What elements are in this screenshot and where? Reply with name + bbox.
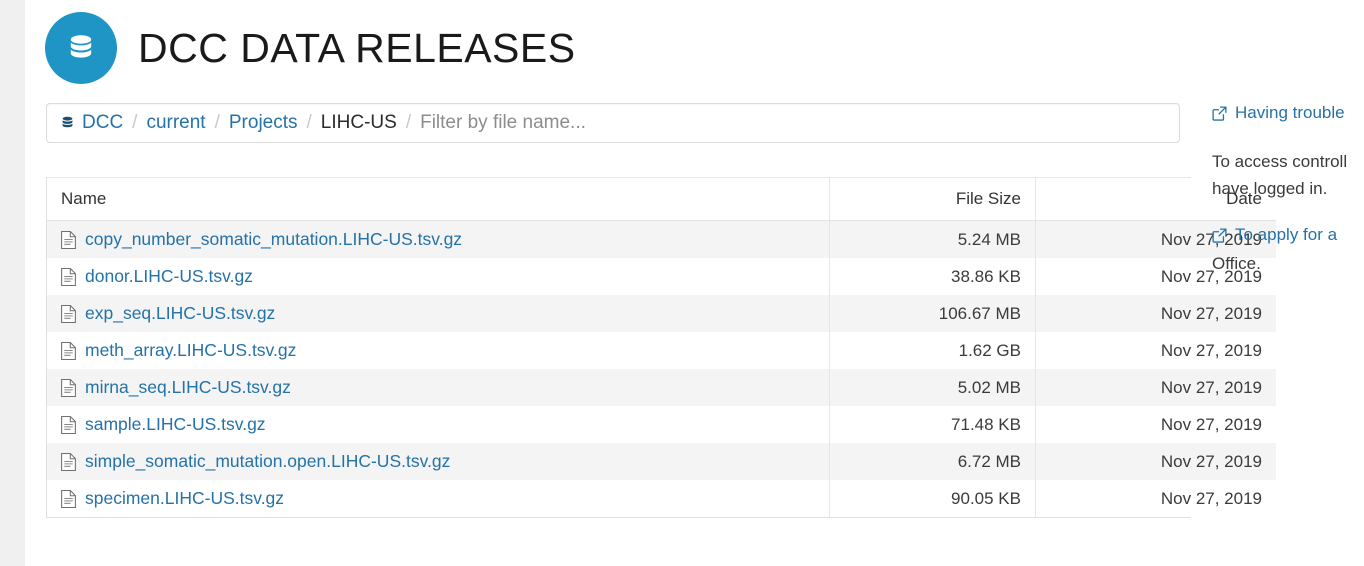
apply-access-line-2: Office. [1212,254,1261,274]
file-icon [61,378,76,397]
file-icon [61,230,76,249]
column-header-name[interactable]: Name [47,178,830,221]
external-link-icon [1212,103,1227,129]
file-link[interactable]: simple_somatic_mutation.open.LIHC-US.tsv… [85,451,450,472]
table-row[interactable]: specimen.LIHC-US.tsv.gz 90.05 KB Nov 27,… [47,480,1276,517]
breadcrumb-item-current[interactable]: current [146,112,205,134]
file-link[interactable]: specimen.LIHC-US.tsv.gz [85,488,284,509]
table-row[interactable]: donor.LIHC-US.tsv.gz 38.86 KB Nov 27, 20… [47,258,1276,295]
file-table: Name File Size Date copy_number_somatic_… [47,178,1276,517]
file-link[interactable]: sample.LIHC-US.tsv.gz [85,414,266,435]
left-gutter [0,0,25,566]
file-size-cell: 106.67 MB [829,295,1036,332]
breadcrumb-filter-bar[interactable]: DCC / current / Projects / LIHC-US / [46,103,1180,143]
breadcrumb-separator: / [306,112,312,133]
file-link[interactable]: donor.LIHC-US.tsv.gz [85,266,253,287]
file-date-cell: Nov 27, 2019 [1035,406,1276,443]
table-row[interactable]: exp_seq.LIHC-US.tsv.gz 106.67 MB Nov 27,… [47,295,1276,332]
column-header-file-size[interactable]: File Size [829,178,1036,221]
file-name-cell: mirna_seq.LIHC-US.tsv.gz [47,369,830,406]
file-date-cell: Nov 27, 2019 [1035,369,1276,406]
file-name-filter-input[interactable] [420,112,1167,134]
file-table-head: Name File Size Date [47,178,1276,221]
file-icon [61,304,76,323]
file-size-cell: 71.48 KB [829,406,1036,443]
table-row[interactable]: copy_number_somatic_mutation.LIHC-US.tsv… [47,220,1276,259]
page-root: DCC DATA RELEASES DCC / current / Projec… [0,0,1364,566]
file-size-cell: 5.02 MB [829,369,1036,406]
file-table-container: Name File Size Date copy_number_somatic_… [46,177,1276,518]
breadcrumb-database-icon [59,115,76,132]
external-link-icon [1212,225,1227,251]
file-name-cell: copy_number_somatic_mutation.LIHC-US.tsv… [47,221,830,259]
file-name-cell: meth_array.LIHC-US.tsv.gz [47,332,830,369]
file-name-cell: sample.LIHC-US.tsv.gz [47,406,830,443]
file-link[interactable]: copy_number_somatic_mutation.LIHC-US.tsv… [85,229,462,250]
database-icon [45,12,117,84]
controlled-access-line-2: have logged in. [1212,178,1328,198]
table-row[interactable]: meth_array.LIHC-US.tsv.gz 1.62 GB Nov 27… [47,332,1276,369]
breadcrumb-separator: / [132,112,138,133]
apply-for-access-link[interactable]: To apply for a [1235,222,1337,248]
file-icon [61,341,76,360]
help-sidebar: Having trouble To access controll have l… [1212,100,1364,298]
file-table-body: copy_number_somatic_mutation.LIHC-US.tsv… [47,220,1276,517]
file-size-cell: 38.86 KB [829,258,1036,295]
file-icon [61,489,76,508]
breadcrumb-separator: / [214,112,220,133]
page-header: DCC DATA RELEASES [45,12,576,84]
file-size-cell: 1.62 GB [829,332,1036,369]
breadcrumb-item-lihc-us[interactable]: LIHC-US [321,112,397,134]
file-link[interactable]: meth_array.LIHC-US.tsv.gz [85,340,296,361]
file-link[interactable]: mirna_seq.LIHC-US.tsv.gz [85,377,291,398]
file-link[interactable]: exp_seq.LIHC-US.tsv.gz [85,303,275,324]
controlled-access-line-1: To access controll [1212,152,1348,172]
file-size-cell: 90.05 KB [829,480,1036,517]
breadcrumb-item-projects[interactable]: Projects [229,112,298,134]
file-date-cell: Nov 27, 2019 [1035,480,1276,517]
page-title: DCC DATA RELEASES [138,24,576,71]
file-size-cell: 6.72 MB [829,443,1036,480]
file-date-cell: Nov 27, 2019 [1035,295,1276,332]
file-size-cell: 5.24 MB [829,220,1036,258]
file-name-cell: exp_seq.LIHC-US.tsv.gz [47,295,830,332]
file-icon [61,267,76,286]
breadcrumb-separator: / [405,112,412,133]
having-trouble-link[interactable]: Having trouble [1235,100,1345,126]
file-icon [61,415,76,434]
apply-access-block: To apply for a Office. [1212,222,1364,278]
table-row[interactable]: simple_somatic_mutation.open.LIHC-US.tsv… [47,443,1276,480]
file-name-cell: specimen.LIHC-US.tsv.gz [47,480,830,517]
breadcrumb-item-dcc[interactable]: DCC [82,112,123,134]
file-name-cell: simple_somatic_mutation.open.LIHC-US.tsv… [47,443,830,480]
file-name-cell: donor.LIHC-US.tsv.gz [47,258,830,295]
file-icon [61,452,76,471]
table-row[interactable]: sample.LIHC-US.tsv.gz 71.48 KB Nov 27, 2… [47,406,1276,443]
file-date-cell: Nov 27, 2019 [1035,332,1276,369]
help-trouble-block: Having trouble [1212,100,1364,129]
table-header-row: Name File Size Date [47,178,1276,221]
file-date-cell: Nov 27, 2019 [1035,443,1276,480]
content-area: DCC DATA RELEASES DCC / current / Projec… [25,0,1364,566]
controlled-access-note: To access controll have logged in. [1212,149,1364,202]
table-row[interactable]: mirna_seq.LIHC-US.tsv.gz 5.02 MB Nov 27,… [47,369,1276,406]
